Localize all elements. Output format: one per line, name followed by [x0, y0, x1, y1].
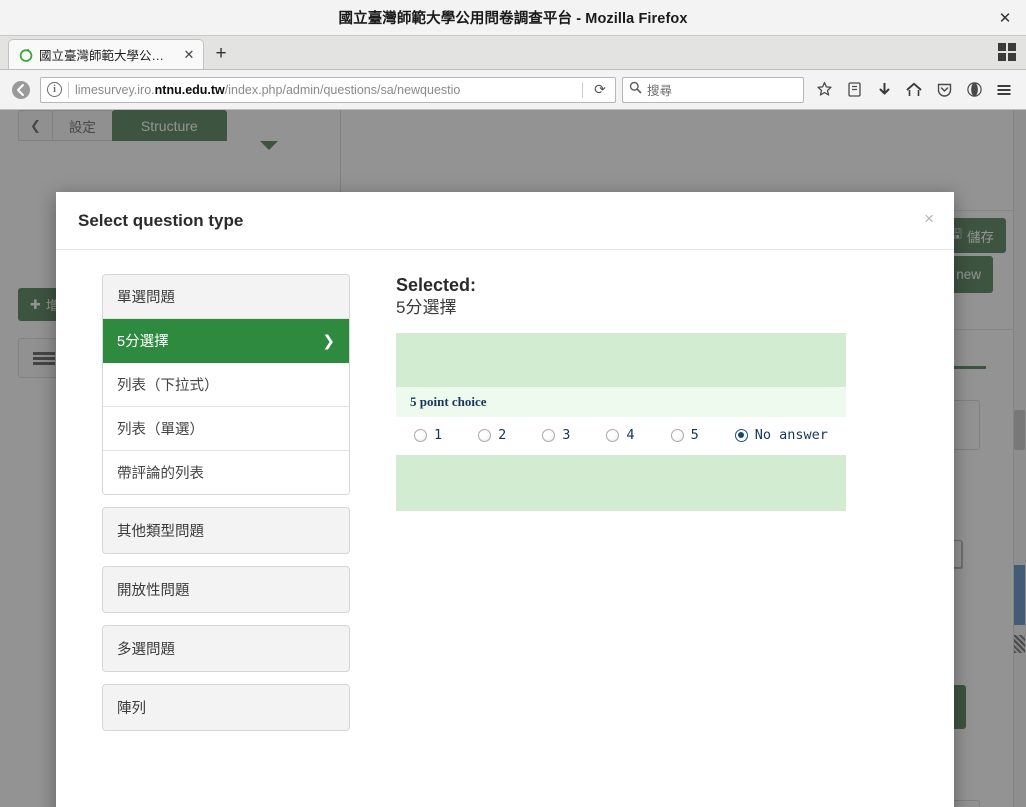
select-question-type-modal: Select question type × 單選問題 5分選擇 ❯ 列表（下拉…	[56, 192, 954, 807]
modal-close-icon[interactable]: ×	[924, 210, 934, 227]
new-tab-button[interactable]: +	[206, 39, 236, 69]
question-type-group-multiple[interactable]: 多選問題	[102, 625, 350, 672]
browser-navbar: i limesurvey.iro.ntnu.edu.tw/index.php/a…	[0, 70, 1026, 110]
group-header-label: 單選問題	[117, 290, 175, 306]
question-type-item-list-with-comment[interactable]: 帶評論的列表	[103, 451, 349, 494]
preview-radio-label: 2	[498, 427, 507, 444]
url-text: limesurvey.iro.ntnu.edu.tw/index.php/adm…	[75, 82, 461, 97]
preview-radio-label: 5	[690, 427, 699, 444]
preview-radio-row: 1 2 3 4 5 No answer	[396, 417, 846, 456]
radio-icon-checked[interactable]	[734, 428, 748, 442]
bookmark-star-icon[interactable]	[810, 77, 838, 103]
reload-icon[interactable]: ⟳	[589, 79, 611, 101]
radio-icon[interactable]	[478, 428, 492, 442]
navbar-icon-group	[810, 77, 1018, 103]
question-type-group-other[interactable]: 其他類型問題	[102, 507, 350, 554]
preview-bottom-band	[396, 455, 846, 512]
window-title: 國立臺灣師範大學公用問卷調查平台 - Mozilla Firefox	[338, 11, 688, 27]
preview-top-band	[396, 333, 846, 388]
preview-radio-2[interactable]: 2	[478, 427, 506, 443]
question-type-group-header[interactable]: 單選問題	[103, 275, 349, 319]
question-type-label: 列表（單選）	[117, 422, 204, 438]
preview-radio-no-answer[interactable]: No answer	[734, 427, 828, 444]
modal-body: 單選問題 5分選擇 ❯ 列表（下拉式） 列表（單選） 帶評論的列表 其他類型問題…	[56, 250, 954, 791]
preview-selected-type: 5分選擇	[396, 297, 457, 317]
downloads-icon[interactable]	[870, 77, 898, 103]
question-type-group-open[interactable]: 開放性問題	[102, 566, 350, 613]
search-bar[interactable]: 搜尋	[622, 76, 804, 103]
sync-account-icon[interactable]	[960, 77, 988, 103]
radio-icon[interactable]	[606, 428, 620, 442]
search-icon	[629, 81, 642, 99]
home-icon[interactable]	[900, 77, 928, 103]
question-type-item-list-radio[interactable]: 列表（單選）	[103, 407, 349, 451]
limesurvey-favicon-icon	[18, 47, 33, 62]
question-type-item-5point[interactable]: 5分選擇 ❯	[103, 319, 349, 363]
preview-radio-1[interactable]: 1	[414, 427, 442, 443]
modal-header: Select question type ×	[56, 192, 954, 250]
tab-close-icon[interactable]: ✕	[181, 47, 197, 63]
preview-radio-label: 4	[626, 427, 635, 444]
radio-icon[interactable]	[542, 428, 556, 442]
preview-question-title: 5 point choice	[396, 387, 846, 418]
site-info-icon[interactable]: i	[47, 82, 62, 97]
preview-radio-3[interactable]: 3	[542, 427, 570, 443]
window-titlebar: 國立臺灣師範大學公用問卷調查平台 - Mozilla Firefox ✕	[0, 0, 1026, 36]
modal-title: Select question type	[78, 210, 244, 230]
question-type-label: 帶評論的列表	[117, 466, 204, 482]
question-type-group-single: 單選問題 5分選擇 ❯ 列表（下拉式） 列表（單選） 帶評論的列表	[102, 274, 350, 495]
browser-tab-title: 國立臺灣師範大學公…	[39, 49, 165, 63]
radio-icon[interactable]	[414, 428, 427, 442]
hamburger-menu-icon[interactable]	[990, 77, 1018, 103]
preview-radio-label: 1	[434, 427, 443, 444]
preview-radio-4[interactable]: 4	[606, 427, 635, 444]
preview-selected-label: Selected:	[396, 275, 477, 295]
url-bar[interactable]: i limesurvey.iro.ntnu.edu.tw/index.php/a…	[40, 76, 616, 103]
question-type-preview: Selected: 5分選擇 5 point choice 1 2 3 4 5 …	[396, 274, 932, 791]
preview-radio-label: No answer	[754, 427, 828, 444]
question-type-label: 5分選擇	[117, 334, 169, 350]
modal-footer: 關閉 Select this	[56, 791, 954, 807]
url-divider-2	[582, 81, 583, 98]
page-viewport: ❮ 設定 Structure ✚ 增加題組 ⊕ 增加新問題 ⇥ Import a…	[0, 110, 1026, 807]
radio-icon[interactable]	[670, 428, 684, 442]
back-button-icon[interactable]	[8, 77, 34, 103]
question-type-group-array[interactable]: 陣列	[102, 684, 350, 731]
preview-radio-label: 3	[562, 427, 571, 444]
library-icon[interactable]	[840, 77, 868, 103]
browser-tabstrip: 國立臺灣師範大學公… ✕ +	[0, 36, 1026, 70]
question-type-item-list-dropdown[interactable]: 列表（下拉式）	[103, 363, 349, 407]
preview-radio-5[interactable]: 5	[670, 427, 699, 444]
question-type-label: 列表（下拉式）	[117, 378, 219, 394]
search-placeholder: 搜尋	[647, 84, 673, 98]
window-close-icon[interactable]: ✕	[994, 7, 1016, 29]
question-type-list: 單選問題 5分選擇 ❯ 列表（下拉式） 列表（單選） 帶評論的列表 其他類型問題…	[102, 274, 350, 791]
url-divider	[68, 81, 69, 98]
preview-question-card: 5 point choice 1 2 3 4 5 No answer	[396, 333, 846, 512]
browser-tab[interactable]: 國立臺灣師範大學公… ✕	[8, 39, 204, 69]
list-all-tabs-icon[interactable]	[998, 43, 1016, 61]
chevron-right-icon: ❯	[322, 332, 335, 350]
pocket-icon[interactable]	[930, 77, 958, 103]
